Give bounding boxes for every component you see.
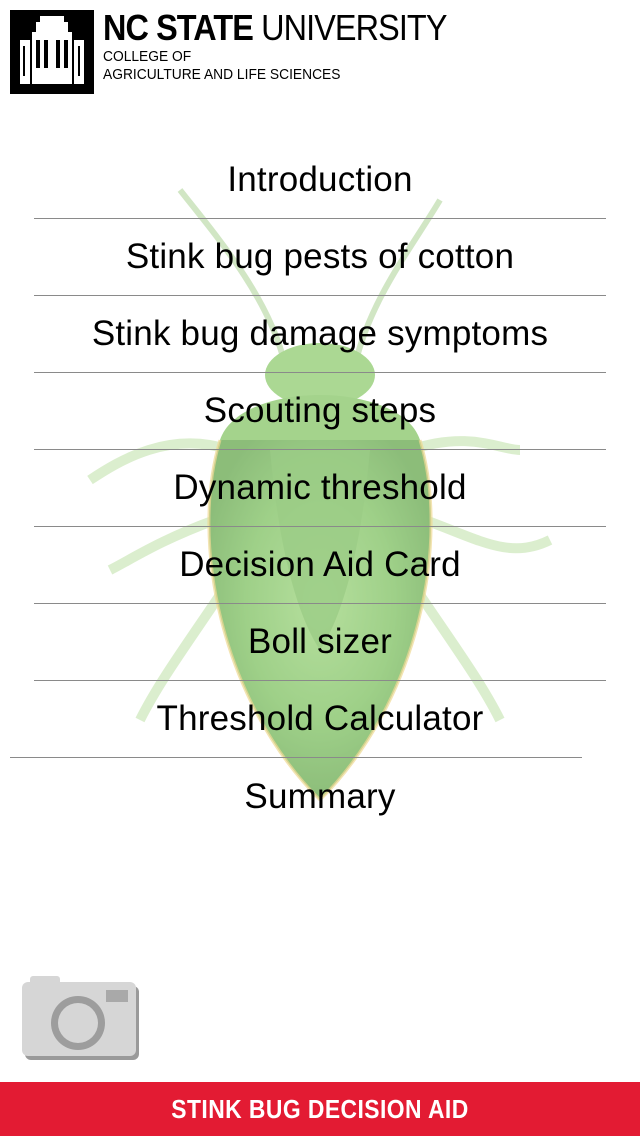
menu-item-stink-bug-pests[interactable]: Stink bug pests of cotton — [34, 219, 606, 296]
college-line-2: AGRICULTURE AND LIFE SCIENCES — [103, 66, 341, 83]
menu-item-summary[interactable]: Summary — [34, 758, 606, 835]
menu-item-label: Scouting steps — [203, 391, 437, 430]
menu-item-label: Stink bug pests of cotton — [125, 237, 515, 276]
menu-item-label: Decision Aid Card — [179, 545, 461, 584]
camera-icon — [22, 976, 139, 1060]
menu-item-introduction[interactable]: Introduction — [34, 142, 606, 219]
menu-item-label: Threshold Calculator — [156, 699, 484, 738]
menu-item-scouting-steps[interactable]: Scouting steps — [34, 373, 606, 450]
menu-item-dynamic-threshold[interactable]: Dynamic threshold — [34, 450, 606, 527]
camera-button[interactable] — [22, 976, 140, 1062]
app-title: STINK BUG DECISION AID — [171, 1093, 469, 1124]
belltower-logo-icon — [10, 10, 94, 94]
menu-item-boll-sizer[interactable]: Boll sizer — [34, 604, 606, 681]
menu-item-label: Summary — [244, 776, 396, 816]
menu-item-decision-aid-card[interactable]: Decision Aid Card — [34, 527, 606, 604]
ncsu-wordmark: NC STATE UNIVERSITY COLLEGE OF AGRICULTU… — [103, 8, 485, 84]
ncsu-belltower-logo — [10, 10, 94, 94]
menu-item-label: Introduction — [227, 160, 413, 199]
menu-item-label: Boll sizer — [248, 622, 392, 661]
college-line-1: COLLEGE OF — [103, 48, 192, 65]
menu-item-threshold-calculator[interactable]: Threshold Calculator — [10, 681, 582, 758]
menu-item-label: Dynamic threshold — [173, 468, 467, 507]
university-name: NC STATE UNIVERSITY — [103, 8, 447, 48]
app-title-bar: STINK BUG DECISION AID — [0, 1082, 640, 1136]
menu-item-label: Stink bug damage symptoms — [91, 314, 549, 353]
university-name-bold: NC STATE — [103, 7, 254, 48]
menu-item-damage-symptoms[interactable]: Stink bug damage symptoms — [34, 296, 606, 373]
university-name-rest: UNIVERSITY — [261, 7, 447, 48]
